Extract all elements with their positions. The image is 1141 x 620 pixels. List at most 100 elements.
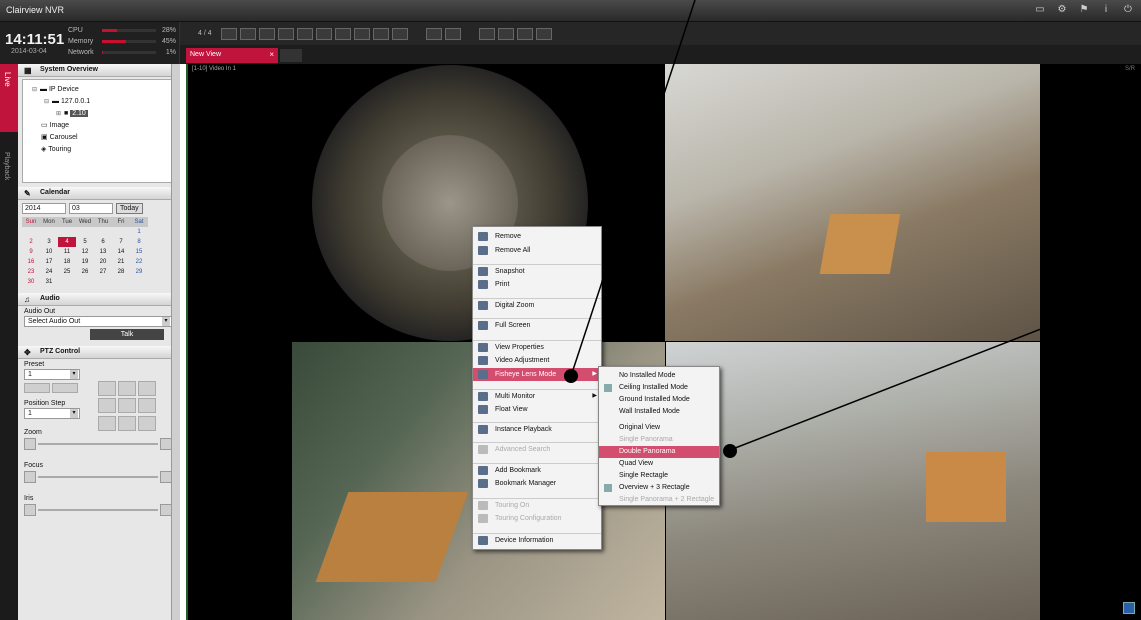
audio-header[interactable]: ♫ Audio: [18, 293, 178, 306]
context-menu-item[interactable]: Video Adjustment: [473, 354, 601, 367]
layout-8-icon[interactable]: [277, 27, 294, 40]
context-menu-item[interactable]: Snapshot: [473, 264, 601, 277]
power-icon[interactable]: ⏻: [1121, 4, 1135, 16]
context-menu-item[interactable]: Float View: [473, 403, 601, 416]
talk-button[interactable]: Talk: [90, 329, 164, 340]
calendar-day[interactable]: 18: [58, 257, 76, 267]
fullscreen-icon[interactable]: [425, 27, 442, 40]
ptz-down-button[interactable]: [118, 415, 136, 431]
calendar-header[interactable]: ✎ Calendar: [18, 187, 178, 200]
fisheye-mode-item[interactable]: Ceiling Installed Mode: [599, 382, 719, 394]
tree-item-carousel[interactable]: ▣ Carousel: [27, 132, 169, 144]
ptz-up-left-button[interactable]: [98, 381, 116, 396]
layout-13-icon[interactable]: [334, 27, 351, 40]
ptz-up-button[interactable]: [118, 381, 136, 396]
iris-slider[interactable]: [24, 504, 172, 516]
calendar-day[interactable]: 29: [130, 267, 148, 277]
info-icon[interactable]: i: [1099, 4, 1113, 16]
ptz-right-button[interactable]: [138, 398, 156, 414]
focus-track[interactable]: [38, 476, 158, 478]
calendar-day[interactable]: 16: [22, 257, 40, 267]
context-menu-item[interactable]: Digital Zoom: [473, 298, 601, 311]
layout-16-icon[interactable]: [353, 27, 370, 40]
calendar-day[interactable]: 22: [130, 257, 148, 267]
calendar-day[interactable]: 2: [22, 237, 40, 247]
fisheye-mode-icon[interactable]: [1123, 602, 1135, 614]
layout-1-icon[interactable]: [220, 27, 237, 40]
context-menu-item[interactable]: Remove: [473, 230, 601, 243]
fisheye-mode-item[interactable]: Wall Installed Mode: [599, 406, 719, 418]
fisheye-mode-item[interactable]: Ground Installed Mode: [599, 394, 719, 406]
audio-out-select[interactable]: Select Audio Out ▾: [24, 316, 172, 327]
layout-36-icon[interactable]: [372, 27, 389, 40]
ptz-down-right-button[interactable]: [138, 415, 156, 431]
redo-icon[interactable]: [535, 27, 552, 40]
layout-icon[interactable]: ▭: [1033, 4, 1047, 16]
calendar-day[interactable]: 13: [94, 247, 112, 257]
tree-item-image[interactable]: ▭ Image: [27, 120, 169, 132]
settings-icon[interactable]: ⚙: [1055, 4, 1069, 16]
calendar-day[interactable]: 19: [76, 257, 94, 267]
ptz-down-left-button[interactable]: [98, 415, 116, 431]
fisheye-mode-item[interactable]: Double Panorama: [599, 446, 719, 458]
monitor-icon[interactable]: [444, 27, 461, 40]
dewarped-view-top-right[interactable]: [665, 64, 1040, 341]
context-menu-item[interactable]: Print: [473, 278, 601, 291]
fisheye-mode-item[interactable]: Quad View: [599, 458, 719, 470]
calendar-day[interactable]: 17: [40, 257, 58, 267]
context-menu-item[interactable]: Multi Monitor ▶: [473, 389, 601, 402]
fisheye-mode-item[interactable]: No Installed Mode: [599, 370, 719, 382]
ptz-header[interactable]: ✥ PTZ Control: [18, 346, 178, 359]
tab-playback[interactable]: Playback: [0, 144, 18, 204]
iris-close-button[interactable]: [24, 504, 36, 516]
calendar-day[interactable]: 15: [130, 247, 148, 257]
focus-slider[interactable]: [24, 471, 172, 483]
video-wall[interactable]: [1-10] Video In 1 S/R: [186, 64, 1141, 620]
side-panel-scrollbar[interactable]: [171, 64, 180, 620]
tree-item-touring[interactable]: ◈ Touring: [27, 144, 169, 156]
calendar-day[interactable]: 30: [22, 277, 40, 287]
ptz-up-right-button[interactable]: [138, 381, 156, 396]
calendar-day[interactable]: 27: [94, 267, 112, 277]
calendar-day[interactable]: 20: [94, 257, 112, 267]
tab-live[interactable]: Live: [0, 64, 18, 132]
add-tab-button[interactable]: [280, 49, 302, 62]
layout-64-icon[interactable]: [391, 27, 408, 40]
calendar-day[interactable]: 1: [130, 227, 148, 237]
tree-item-host[interactable]: ⊟ ▬ 127.0.0.1: [27, 96, 169, 108]
context-menu-item[interactable]: View Properties: [473, 340, 601, 353]
tree-item-ip-device[interactable]: ⊟ ▬ IP Device: [27, 84, 169, 96]
calendar-day[interactable]: 3: [40, 237, 58, 247]
zoom-slider[interactable]: [24, 438, 172, 450]
context-menu-item[interactable]: Remove All: [473, 244, 601, 257]
context-menu-item[interactable]: Instance Playback: [473, 422, 601, 435]
calendar-day[interactable]: 24: [40, 267, 58, 277]
calendar-day[interactable]: 31: [40, 277, 58, 287]
calendar-day[interactable]: 9: [22, 247, 40, 257]
layout-4-icon[interactable]: [239, 27, 256, 40]
calendar-day[interactable]: 6: [94, 237, 112, 247]
dewarped-view-bottom-right[interactable]: [666, 342, 1040, 620]
context-menu-item[interactable]: Device Information: [473, 533, 601, 546]
audio-icon[interactable]: [478, 27, 495, 40]
undo-icon[interactable]: [516, 27, 533, 40]
context-menu-item[interactable]: Bookmark Manager: [473, 477, 601, 490]
preset-select[interactable]: 1 ▾: [24, 369, 80, 380]
calendar-day[interactable]: 7: [112, 237, 130, 247]
calendar-day[interactable]: 28: [112, 267, 130, 277]
tab-new-view[interactable]: New View ×: [186, 48, 278, 63]
calendar-day[interactable]: 23: [22, 267, 40, 277]
context-menu-item[interactable]: Full Screen: [473, 318, 601, 331]
calendar-day[interactable]: 8: [130, 237, 148, 247]
calendar-day[interactable]: 14: [112, 247, 130, 257]
calendar-day[interactable]: 12: [76, 247, 94, 257]
calendar-day[interactable]: 10: [40, 247, 58, 257]
month-spinner[interactable]: 03: [69, 203, 113, 214]
calendar-day[interactable]: 11: [58, 247, 76, 257]
calendar-day[interactable]: 5: [76, 237, 94, 247]
pin-icon[interactable]: ⚑: [1077, 4, 1091, 16]
calendar-day[interactable]: 25: [58, 267, 76, 277]
preset-go-button[interactable]: [51, 383, 78, 393]
close-icon[interactable]: ×: [269, 50, 274, 59]
tree-item-camera[interactable]: ⊞ ■ 2.10: [27, 108, 169, 120]
